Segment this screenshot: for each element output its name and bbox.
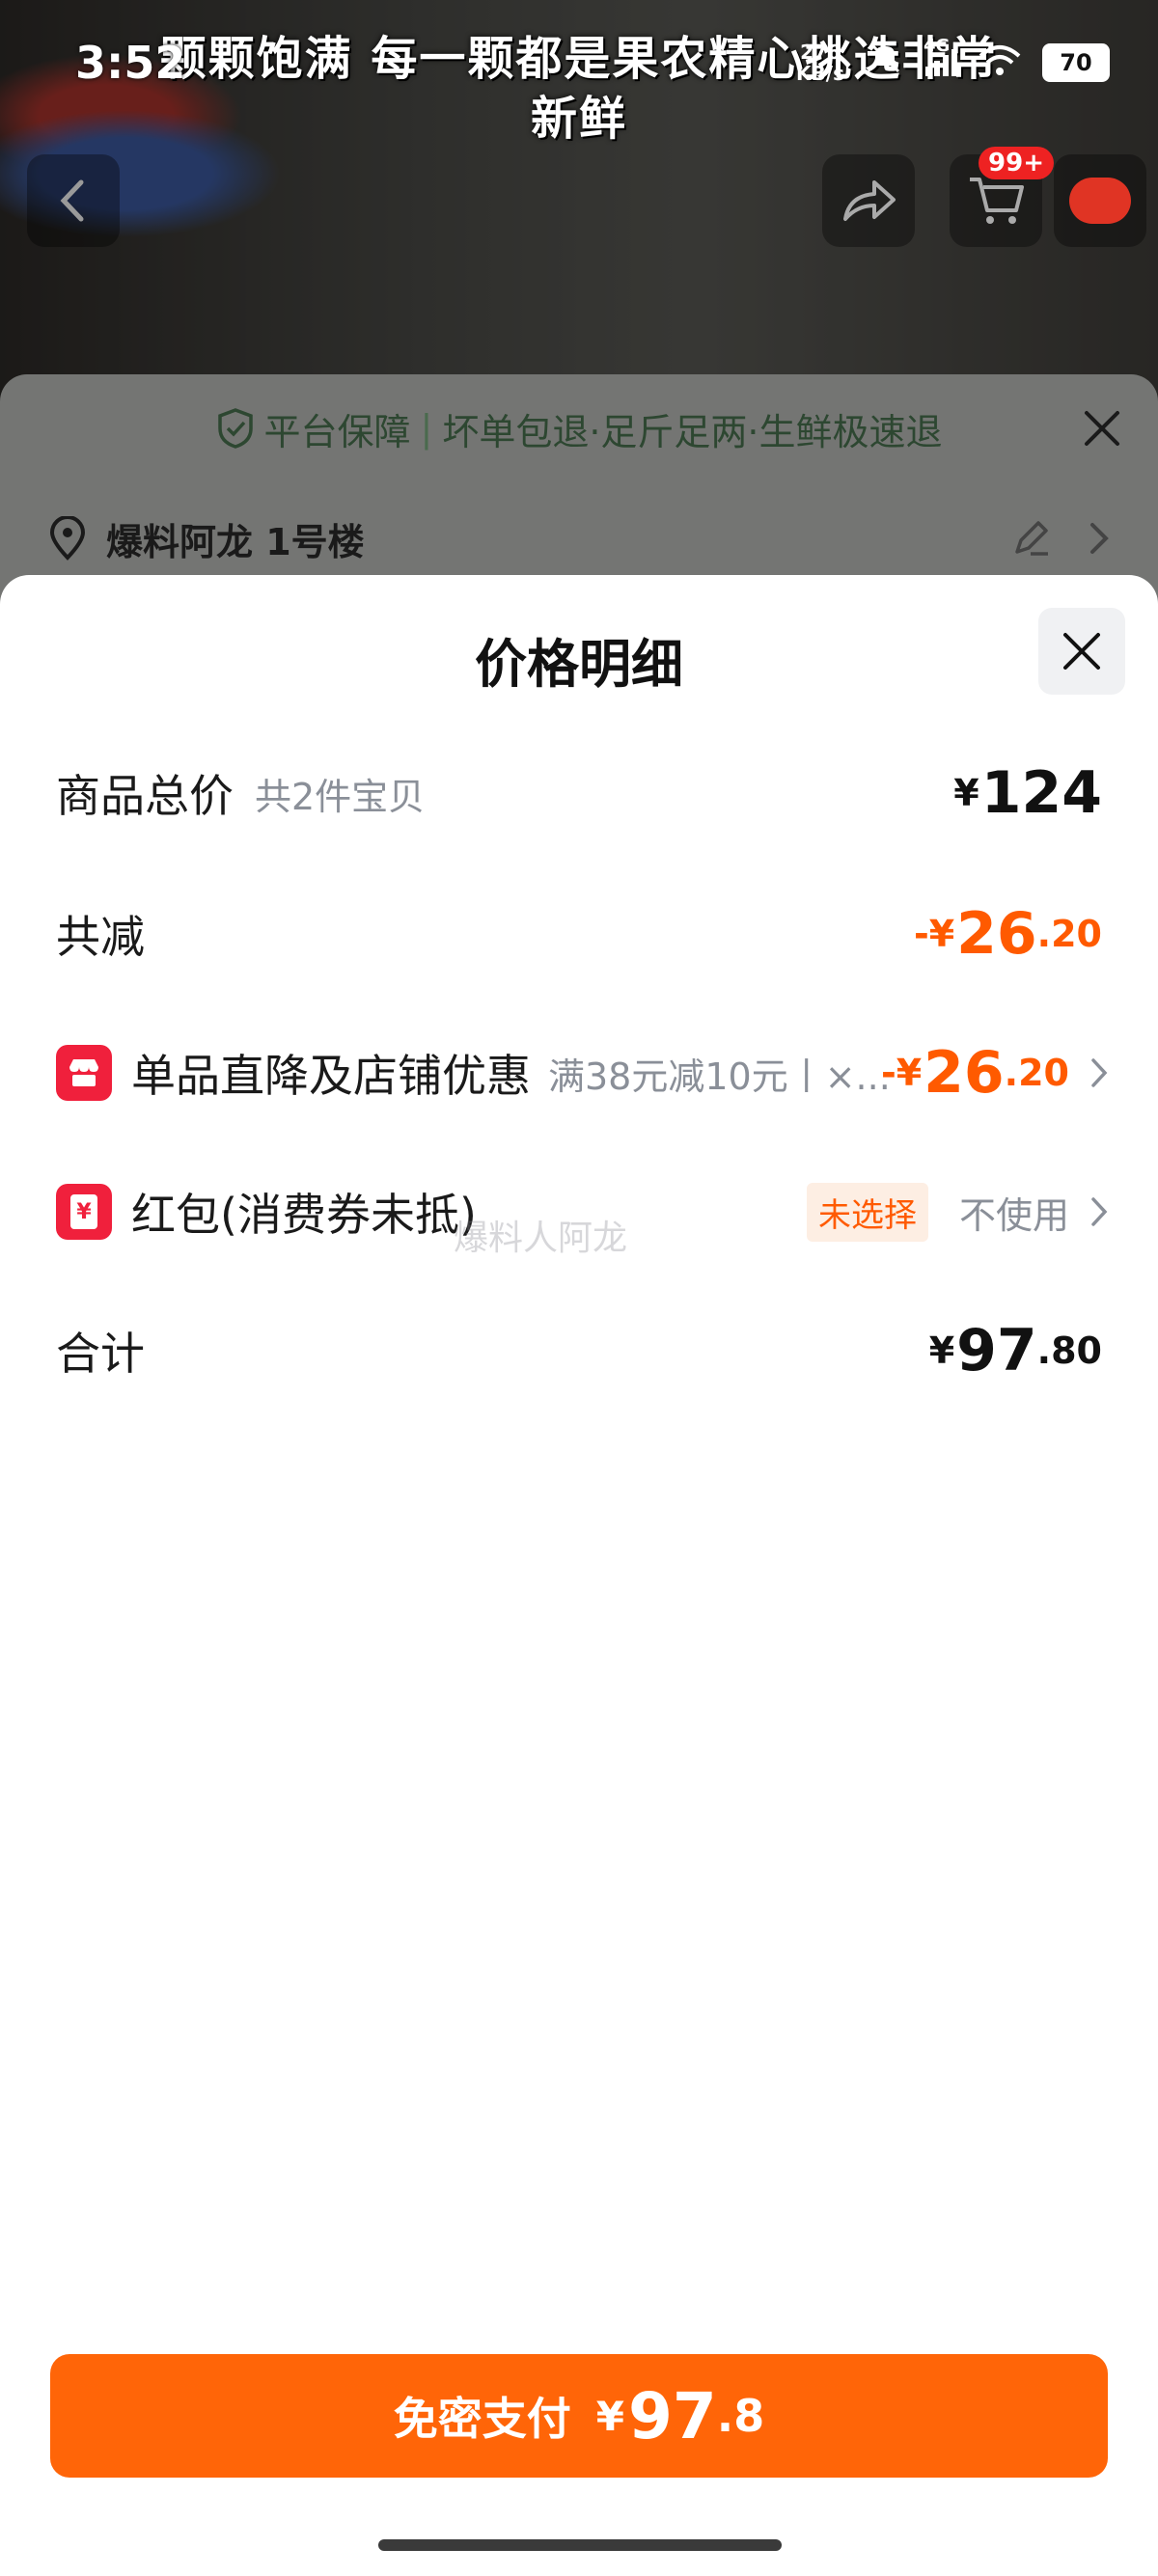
total-price-row: 商品总价 共2件宝贝 ¥ 124 [56, 754, 1102, 832]
total-yen: ¥ [953, 772, 979, 814]
shop-discount-row[interactable]: 单品直降及店铺优惠 满38元减10元丨×... -¥ 26 .20 [56, 1034, 1108, 1111]
edit-icon[interactable] [1011, 519, 1050, 558]
sum-dec: .80 [1036, 1329, 1102, 1372]
red-packet-actions: 未选择 不使用 [806, 1173, 1110, 1250]
battery-indicator: 70 [1042, 42, 1110, 82]
sum-yen: ¥ [928, 1329, 955, 1372]
price-details-sheet: 价格明细 商品总价 共2件宝贝 ¥ 124 共减 -¥ 26 .20 单品直降及… [0, 575, 1158, 2576]
back-button[interactable] [27, 154, 120, 247]
total-price-label: 商品总价 [56, 770, 234, 822]
net-speed-unit: KB/s [796, 61, 844, 85]
address-row[interactable]: 爆料阿龙 1号楼 [48, 509, 1110, 567]
status-time: 3:52 [75, 37, 186, 89]
cart-icon [970, 178, 1024, 224]
shield-check-icon [217, 408, 253, 449]
home-indicator[interactable] [378, 2539, 782, 2551]
address-actions [1011, 519, 1110, 558]
item-count: 共2件宝贝 [255, 775, 426, 818]
grand-total-label: 合计 [56, 1328, 145, 1380]
sum-int: 97 [956, 1317, 1037, 1384]
shop-icon [56, 1045, 112, 1101]
platform-guarantee-bar: 平台保障 | 坏单包退·足斤足两·生鲜极速退 [0, 399, 1158, 457]
shop-discount-int: 26 [924, 1039, 1005, 1107]
total-amount: 124 [980, 759, 1102, 827]
unselected-tag: 未选择 [806, 1182, 928, 1242]
caption-line-2: 新鲜 [530, 92, 627, 146]
total-discount-value: -¥ 26 .20 [914, 895, 1102, 973]
red-packet-label: 红包(消费券未抵) [131, 1189, 477, 1241]
grand-total-value: ¥ 97 .80 [929, 1312, 1102, 1389]
watermark: 爆料人阿龙 [454, 1219, 628, 1258]
mute-icon [866, 39, 904, 86]
total-price-value: ¥ 124 [953, 754, 1102, 832]
cart-button[interactable]: 99+ [950, 147, 1054, 247]
pay-yen: ¥ [595, 2392, 624, 2440]
password-free-pay-button[interactable]: 免密支付 ¥ 97 .8 [50, 2354, 1108, 2478]
shop-discount-value: -¥ 26 .20 [881, 1034, 1110, 1111]
guarantee-separator: | [420, 407, 433, 450]
sheet-title: 价格明细 [475, 634, 683, 695]
not-use-text: 不使用 [958, 1193, 1069, 1237]
guarantee-prefix: 平台保障 [263, 410, 411, 453]
shop-discount-label: 单品直降及店铺优惠 [131, 1050, 531, 1102]
chevron-right-icon [1091, 1197, 1108, 1226]
grand-total-row: 合计 ¥ 97 .80 [56, 1312, 1102, 1389]
pay-amount-dec: .8 [716, 2390, 765, 2442]
cart-badge: 99+ [979, 147, 1054, 179]
address-text: 爆料阿龙 1号楼 [106, 520, 365, 563]
share-button[interactable] [822, 154, 915, 247]
cellular-signal-icon: 4G [924, 36, 957, 76]
net-speed-value: 276 [800, 40, 841, 64]
pay-amount-int: 97 [627, 2378, 717, 2453]
location-pin-icon [49, 516, 86, 561]
total-discount-row: 共减 -¥ 26 .20 [56, 895, 1102, 973]
discount-int: 26 [956, 900, 1037, 968]
shop-discount-dec: .20 [1004, 1052, 1069, 1094]
chevron-right-icon [1091, 1058, 1108, 1087]
chevron-right-icon [1090, 523, 1109, 554]
status-bar: 颗颗饱满 每一颗都是果农精心挑选非常 新鲜 3:52 276 KB/s 4G 7… [0, 0, 1158, 146]
wifi-icon [979, 44, 1021, 81]
red-packet-icon: ¥ [56, 1184, 112, 1240]
sheet-close-button[interactable] [1038, 608, 1125, 695]
share-icon [843, 180, 896, 221]
net-speed: 276 KB/s [796, 41, 844, 84]
guarantee-close-button[interactable] [1083, 409, 1121, 448]
discount-dec: .20 [1036, 913, 1102, 955]
discount-prefix: -¥ [913, 913, 955, 955]
close-icon [1085, 411, 1119, 446]
shop-discount-desc: 满38元减10元丨×... [548, 1055, 891, 1098]
shop-discount-prefix: -¥ [880, 1052, 923, 1094]
order-sheet-background: 平台保障 | 坏单包退·足斤足两·生鲜极速退 爆料阿龙 1号楼 [0, 374, 1158, 606]
signal-label: 4G [924, 35, 951, 56]
close-icon [1063, 633, 1100, 670]
message-button[interactable] [1054, 154, 1146, 247]
status-icons: 276 KB/s 4G 70 [796, 36, 1110, 86]
guarantee-items: 坏单包退·足斤足两·生鲜极速退 [442, 410, 943, 453]
pay-label: 免密支付 [393, 2393, 571, 2445]
message-icon [1069, 178, 1131, 224]
chevron-left-icon [60, 179, 84, 222]
total-discount-label: 共减 [56, 911, 145, 963]
